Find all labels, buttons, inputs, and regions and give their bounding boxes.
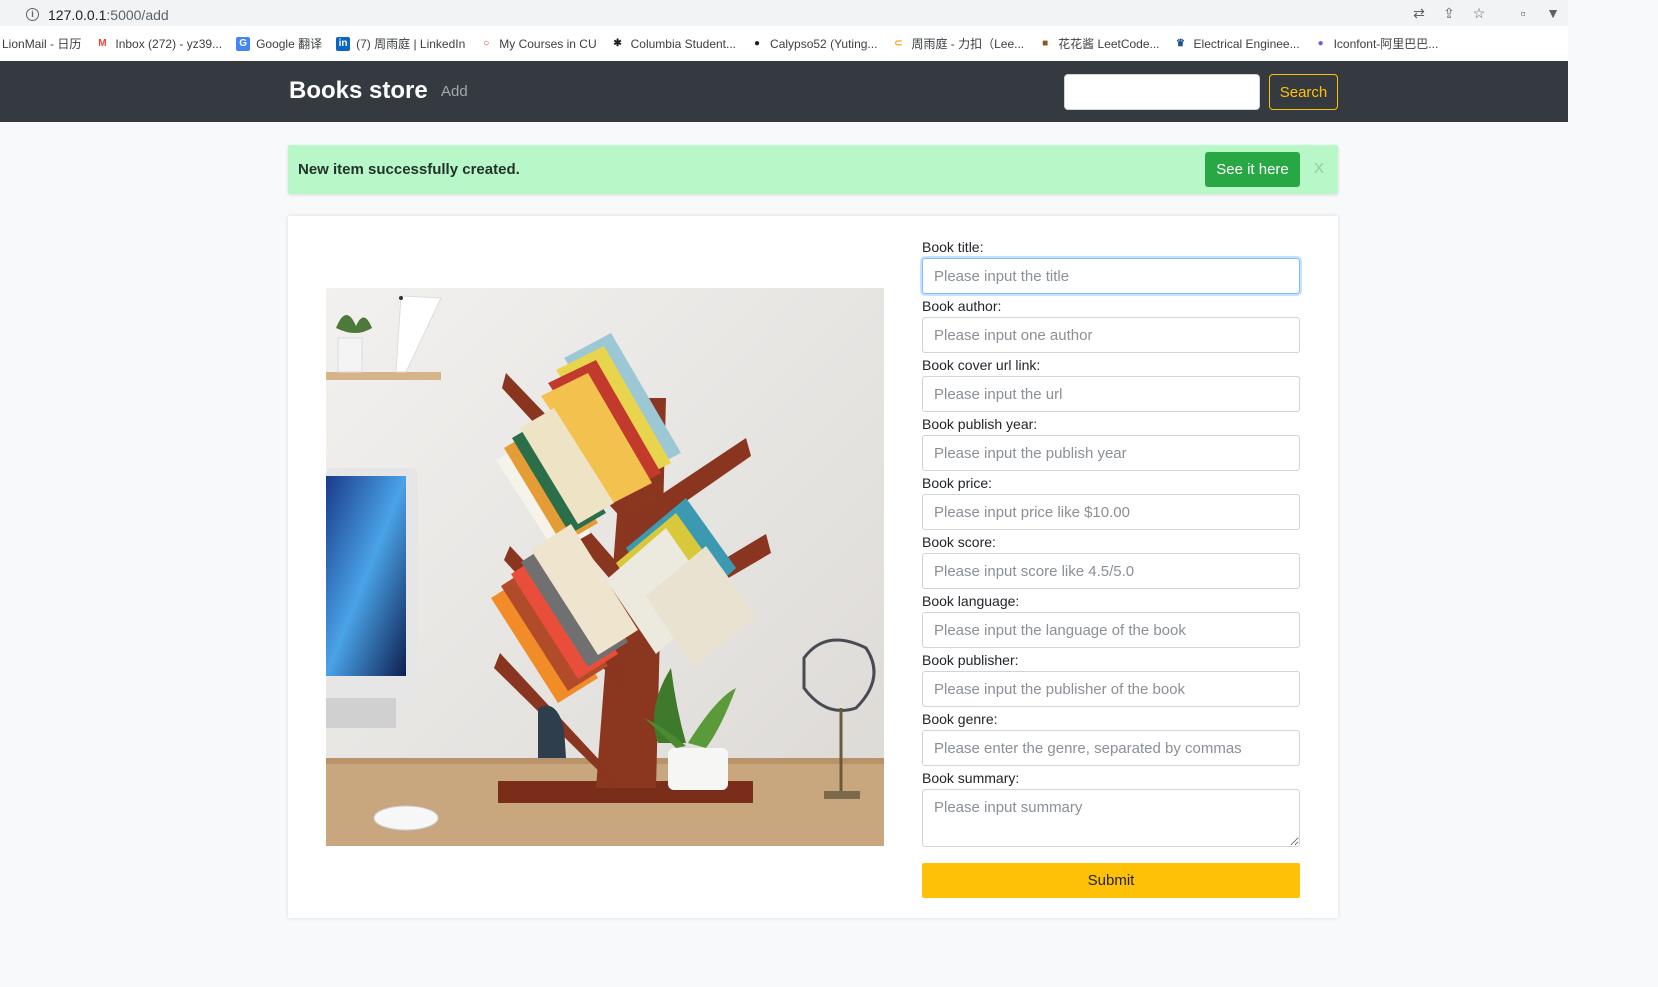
- form-field: Book title:: [922, 238, 1300, 294]
- bookmark-item[interactable]: G Google 翻译: [236, 35, 322, 52]
- bookmark-label: LionMail - 日历: [2, 37, 82, 51]
- bookmark-label: My Courses in CU: [499, 36, 597, 51]
- bookmark-favicon-icon: ♛: [1176, 37, 1186, 49]
- translate-icon[interactable]: ⇄: [1409, 3, 1429, 23]
- summary-textarea[interactable]: [922, 789, 1300, 847]
- bookmark-star-icon[interactable]: ☆: [1469, 3, 1489, 23]
- bookmark-favicon-icon: ●: [1317, 37, 1324, 49]
- see-it-here-button[interactable]: See it here: [1205, 152, 1300, 187]
- bookmark-label: Iconfont-阿里巴巴...: [1333, 37, 1439, 51]
- form-field: Book language:: [922, 592, 1300, 648]
- book-field-input[interactable]: [922, 376, 1300, 412]
- site-navbar: Books store Add Search: [0, 61, 1568, 122]
- search-button[interactable]: Search: [1269, 74, 1338, 110]
- form-field: Book genre:: [922, 710, 1300, 766]
- form-field: Book price:: [922, 474, 1300, 530]
- form-field-summary: Book summary:: [922, 769, 1300, 847]
- book-field-input[interactable]: [922, 317, 1300, 353]
- bookmark-label: 周雨庭 - 力扣（Lee...: [911, 37, 1025, 51]
- alert-close-button[interactable]: X: [1314, 160, 1324, 177]
- field-label: Book publish year:: [922, 416, 1038, 432]
- extension-icon[interactable]: ▫: [1513, 3, 1533, 23]
- share-icon[interactable]: ⇪: [1439, 3, 1459, 23]
- bookmark-item[interactable]: ○ My Courses in CU: [479, 37, 596, 51]
- browser-toolbar-icons: ⇄ ⇪ ☆ ▫ ▼: [1404, 3, 1568, 23]
- book-field-input[interactable]: [922, 435, 1300, 471]
- form-field: Book author:: [922, 297, 1300, 353]
- submit-button[interactable]: Submit: [922, 863, 1300, 898]
- book-field-input[interactable]: [922, 258, 1300, 294]
- book-field-input[interactable]: [922, 730, 1300, 766]
- bookmark-label: Google 翻译: [256, 37, 323, 51]
- field-label: Book title:: [922, 239, 984, 255]
- summary-label: Book summary:: [922, 770, 1020, 786]
- book-field-input[interactable]: [922, 671, 1300, 707]
- bookmark-item[interactable]: ✱ Columbia Student...: [611, 37, 736, 51]
- site-info-icon[interactable]: i: [26, 8, 39, 21]
- browser-address-bar: i 127.0.0.1:5000/add ⇄ ⇪ ☆ ▫ ▼: [0, 0, 1568, 26]
- bookmark-item[interactable]: ● Calypso52 (Yuting...: [750, 37, 877, 51]
- form-field: Book publisher:: [922, 651, 1300, 707]
- field-label: Book author:: [922, 298, 1002, 314]
- bookmark-item[interactable]: ● Iconfont-阿里巴巴...: [1314, 35, 1439, 52]
- bookmark-label: Inbox (272) - yz39...: [115, 36, 223, 51]
- alert-message: New item successfully created.: [298, 161, 520, 178]
- form-field: Book cover url link:: [922, 356, 1300, 412]
- url-field[interactable]: i 127.0.0.1:5000/add: [8, 2, 1498, 24]
- bookmark-label: Calypso52 (Yuting...: [770, 36, 878, 51]
- brand-logo[interactable]: Books store: [289, 77, 428, 105]
- bookshelf-illustration: [326, 288, 884, 846]
- bookmark-favicon-icon: ⊂: [894, 37, 903, 49]
- field-label: Book genre:: [922, 711, 998, 727]
- bookmark-label: 花花酱 LeetCode...: [1058, 37, 1160, 51]
- bookmark-item[interactable]: in (7) 周雨庭 | LinkedIn: [336, 35, 465, 52]
- nav-add-link[interactable]: Add: [441, 83, 468, 100]
- search-input[interactable]: [1064, 74, 1260, 110]
- book-field-input[interactable]: [922, 553, 1300, 589]
- bookmarks-bar: LionMail - 日历 M Inbox (272) - yz39... G Goog…: [0, 26, 1568, 61]
- bookmark-label: (7) 周雨庭 | LinkedIn: [356, 37, 466, 51]
- bookmark-favicon-icon: ○: [483, 37, 490, 49]
- bookmark-item[interactable]: ♛ Electrical Enginee...: [1174, 37, 1300, 51]
- bookmark-label: Electrical Enginee...: [1193, 36, 1300, 51]
- bookmark-item[interactable]: ⊂ 周雨庭 - 力扣（Lee...: [891, 35, 1024, 52]
- bookmark-favicon-icon: ■: [1042, 37, 1049, 49]
- bookmark-favicon-icon: ✱: [613, 37, 622, 49]
- bookmark-item[interactable]: ■ 花花酱 LeetCode...: [1038, 35, 1159, 52]
- add-book-form: Book title: Book author: Book cover url li…: [922, 238, 1300, 847]
- book-field-input[interactable]: [922, 612, 1300, 648]
- bookmark-favicon-icon: in: [336, 36, 351, 51]
- menu-dropdown-icon[interactable]: ▼: [1543, 3, 1563, 23]
- field-label: Book price:: [922, 475, 993, 491]
- add-book-card: Book title: Book author: Book cover url li…: [288, 216, 1338, 918]
- field-label: Book language:: [922, 593, 1020, 609]
- bookmark-label: Columbia Student...: [630, 36, 737, 51]
- field-label: Book cover url link:: [922, 357, 1041, 373]
- url-text: 127.0.0.1:5000/add: [48, 7, 169, 23]
- bookmark-favicon-icon: G: [236, 36, 251, 51]
- book-field-input[interactable]: [922, 494, 1300, 530]
- bookmark-item[interactable]: LionMail - 日历: [2, 35, 81, 52]
- form-field: Book publish year:: [922, 415, 1300, 471]
- success-alert: New item successfully created. See it he…: [288, 145, 1338, 194]
- field-label: Book score:: [922, 534, 996, 550]
- bookmark-favicon-icon: ●: [754, 37, 761, 49]
- bookmark-favicon-icon: M: [98, 37, 107, 49]
- form-field: Book score:: [922, 533, 1300, 589]
- bookmark-item[interactable]: M Inbox (272) - yz39...: [95, 37, 222, 51]
- field-label: Book publisher:: [922, 652, 1019, 668]
